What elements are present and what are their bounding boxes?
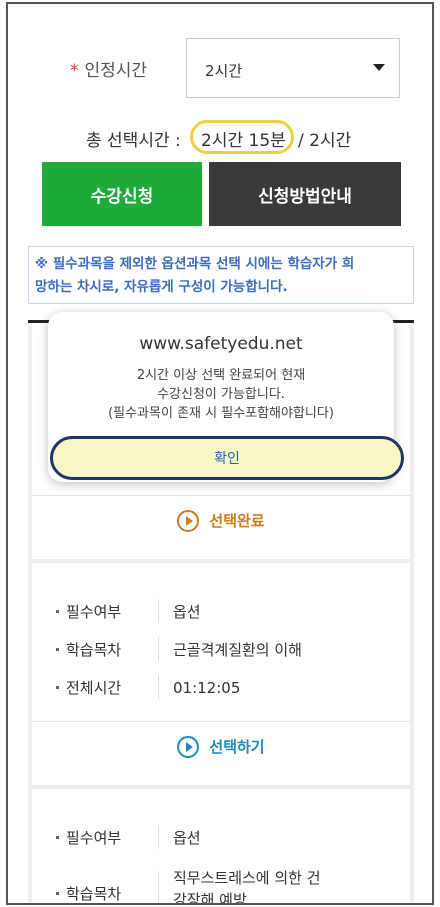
subject-value-line-2: 강장해 예방 xyxy=(173,891,247,905)
popup-line-2: 수강신청이 가능합니다. xyxy=(157,387,285,402)
field-separator xyxy=(158,637,159,661)
confirm-button[interactable]: 확인 xyxy=(50,436,404,480)
time-label: * 인정시간 xyxy=(70,56,147,81)
subject-field: 학습목차 근골격계질환의 이해 xyxy=(32,629,410,669)
time-row: * 인정시간 2시간 xyxy=(8,38,432,98)
bullet-dot xyxy=(56,648,59,651)
total-max-value: 2시간 xyxy=(309,131,352,151)
total-label: 총 선택시간 : xyxy=(86,131,181,151)
popup-message: 2시간 이상 선택 완료되어 현재 수강신청이 가능합니다. (필수과목이 존재… xyxy=(48,366,394,423)
total-max: / 2시간 xyxy=(298,126,351,151)
required-key: 필수여부 xyxy=(66,603,122,621)
notice-box: ※ 필수과목을 제외한 옵션과목 선택 시에는 학습자가 희 망하는 차시로, … xyxy=(28,246,414,304)
subject-key: 학습목차 xyxy=(66,641,122,659)
time-field: 전체시간 01:12:05 xyxy=(32,667,410,707)
subject-key: 학습목차 xyxy=(66,885,122,903)
time-select[interactable]: 2시간 xyxy=(186,38,400,98)
total-separator: / xyxy=(298,131,304,151)
bullet-dot xyxy=(56,892,59,895)
subject-field: 학습목차 직무스트레스에 의한 건 강장해 예방 xyxy=(32,863,410,905)
select-button[interactable]: 선택하기 xyxy=(32,721,410,771)
subject-value: 직무스트레스에 의한 건 강장해 예방 xyxy=(173,867,321,905)
guide-button[interactable]: 신청방법안내 xyxy=(209,162,401,226)
time-key: 전체시간 xyxy=(66,679,122,697)
subject-value: 근골격계질환의 이해 xyxy=(173,641,302,659)
caret-down-icon xyxy=(373,64,385,71)
play-circle-icon xyxy=(177,509,200,532)
app-frame: * 인정시간 2시간 총 선택시간 : 2시간 15분 / 2시간 수강신청 신청… xyxy=(6,2,434,905)
select-done-label: 선택완료 xyxy=(209,512,265,530)
popup-site: www.safetyedu.net xyxy=(139,334,303,354)
required-field: 필수여부 옵션 xyxy=(32,591,410,631)
time-value: 01:12:05 xyxy=(173,679,241,697)
field-separator xyxy=(158,871,159,903)
field-separator xyxy=(158,825,159,849)
required-value: 옵션 xyxy=(173,829,201,847)
notice-line-1: ※ 필수과목을 제외한 옵션과목 선택 시에는 학습자가 희 xyxy=(35,256,355,272)
total-value: 2시간 15분 xyxy=(201,131,286,151)
course-card: 필수여부 옵션 학습목차 직무스트레스에 의한 건 강장해 예방 xyxy=(32,789,410,905)
field-separator xyxy=(158,675,159,699)
confirm-label: 확인 xyxy=(214,451,240,467)
bullet-dot xyxy=(56,610,59,613)
bullet-dot xyxy=(56,836,59,839)
play-circle-icon xyxy=(177,735,200,758)
select-done-button[interactable]: 선택완료 xyxy=(32,495,410,545)
field-separator xyxy=(158,599,159,623)
notice-line-2: 망하는 차시로, 자유롭게 구성이 가능합니다. xyxy=(35,279,288,295)
apply-button[interactable]: 수강신청 xyxy=(42,162,202,226)
select-label: 선택하기 xyxy=(209,738,265,756)
subject-value-line-1: 직무스트레스에 의한 건 xyxy=(173,869,321,887)
required-key: 필수여부 xyxy=(66,829,122,847)
popup-line-3: (필수과목이 존재 시 필수포함해야합니다) xyxy=(108,406,334,421)
total-time-row: 총 선택시간 : 2시간 15분 / 2시간 xyxy=(8,120,432,154)
time-select-value: 2시간 xyxy=(205,62,243,80)
bullet-dot xyxy=(56,686,59,689)
required-field: 필수여부 옵션 xyxy=(32,817,410,857)
popup-line-1: 2시간 이상 선택 완료되어 현재 xyxy=(136,368,306,383)
time-label-text: 인정시간 xyxy=(84,61,148,81)
course-card: 필수여부 옵션 학습목차 근골격계질환의 이해 전체시간 01:12:05 선택… xyxy=(32,563,410,785)
required-value: 옵션 xyxy=(173,603,201,621)
required-mark: * xyxy=(70,61,79,81)
